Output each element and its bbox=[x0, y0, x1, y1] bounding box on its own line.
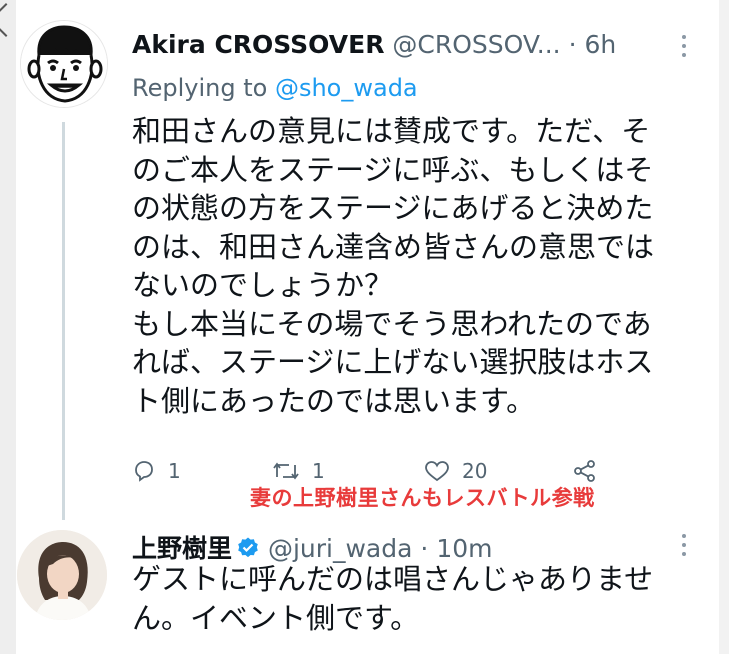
replying-handle-link[interactable]: @sho_wada bbox=[275, 74, 418, 102]
tweet-time[interactable]: 6h bbox=[584, 30, 616, 59]
tweet-time[interactable]: 10m bbox=[436, 534, 492, 563]
reply-icon bbox=[135, 461, 153, 482]
replying-prefix: Replying to bbox=[132, 74, 268, 102]
tweet-text-line: 和田さんの意見には賛成です。ただ、そ bbox=[132, 114, 651, 148]
screenshot-left-edge bbox=[0, 0, 16, 654]
thread-connector-line bbox=[62, 122, 65, 520]
tweet-text: ゲストに呼んだのは唱さんじゃありませ ん。イベント側です。 bbox=[132, 560, 702, 637]
tweet-text-line: ん。イベント側です。 bbox=[132, 600, 420, 635]
author-name[interactable]: Akira CROSSOVER bbox=[132, 30, 384, 59]
more-options-icon[interactable] bbox=[681, 534, 687, 558]
more-options-icon[interactable] bbox=[681, 35, 687, 59]
tweet-text: 和田さんの意見には賛成です。ただ、そ のご本人をステージに呼ぶ、もしくはそ の状… bbox=[132, 112, 702, 420]
avatar-juri[interactable] bbox=[17, 530, 107, 620]
verified-badge-icon bbox=[238, 537, 258, 558]
tweet-text-line: のは、和田さん達含め皆さんの意思では bbox=[132, 229, 655, 264]
avatar-akira[interactable] bbox=[20, 20, 108, 108]
author-handle[interactable]: @CROSSOV... bbox=[392, 30, 560, 59]
tweet-text-line: ないのでしょうか？ bbox=[132, 268, 394, 302]
reply-button[interactable]: 1 bbox=[132, 455, 181, 487]
replying-to: Replying to @sho_wada bbox=[132, 74, 418, 102]
tweet-text-line: のご本人をステージに呼ぶ、もしくはそ bbox=[132, 152, 654, 187]
cartoon-face-avatar-icon bbox=[21, 21, 107, 107]
author-handle[interactable]: @juri_wada bbox=[268, 534, 412, 563]
heart-icon bbox=[425, 461, 449, 482]
tweet-text-line: ゲストに呼んだのは唱さんじゃありませ bbox=[132, 562, 654, 596]
screenshot-right-edge bbox=[719, 0, 729, 654]
share-icon bbox=[574, 460, 595, 482]
retweet-count: 1 bbox=[312, 459, 325, 483]
separator-dot: · bbox=[568, 30, 577, 59]
tweet-text-line: れば、ステージに上げない選択肢はホス bbox=[132, 345, 654, 379]
author-name[interactable]: 上野樹里 bbox=[132, 534, 232, 563]
tweet-header: Akira CROSSOVER @CROSSOV... · 6h bbox=[132, 30, 616, 59]
tweet-text-line: ト側にあったのでは思います。 bbox=[132, 383, 536, 418]
tweet-text-line: の状態の方をステージにあげると決めた bbox=[132, 191, 654, 225]
retweet-icon bbox=[273, 462, 299, 480]
person-photo-avatar-icon bbox=[17, 530, 107, 620]
tweet-text-line: もし本当にその場でそう思われたのであ bbox=[132, 306, 652, 341]
like-count: 20 bbox=[462, 459, 488, 483]
annotation-caption: 妻の上野樹里さんもレスバトル参戦 bbox=[250, 486, 595, 510]
reply-count: 1 bbox=[168, 459, 181, 483]
separator-dot: · bbox=[420, 534, 429, 563]
